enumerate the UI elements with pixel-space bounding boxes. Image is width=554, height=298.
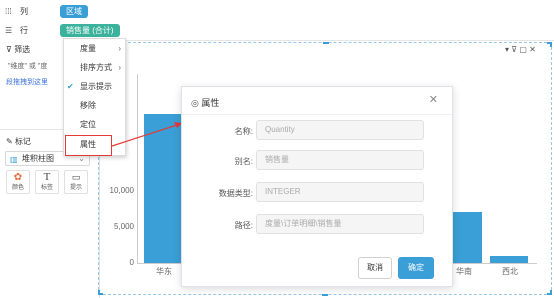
columns-shelf: ⁞⁞⁞ 列 区域 — [0, 2, 554, 21]
filter-hint-text: "维度" 或 "度 — [8, 63, 48, 70]
tooltip-mark-button[interactable]: ▭ 提示 — [64, 170, 88, 194]
color-mark-button[interactable]: ✿ 颜色 — [6, 170, 30, 194]
resize-handle-bottom[interactable] — [322, 291, 328, 296]
bar-chart-icon: ▥ — [10, 155, 18, 164]
alias-field-label: 别名: — [234, 157, 253, 166]
cancel-button[interactable]: 取消 — [358, 257, 392, 279]
label-mark-label: 标签 — [40, 185, 53, 191]
chart-toolbar: ▾ ⊽ ▢ ✕ — [505, 45, 536, 54]
text-icon: T — [43, 171, 51, 183]
rows-icon: ☰ — [5, 25, 13, 35]
chevron-right-icon: › — [118, 63, 121, 72]
tooltip-mark-label: 提示 — [69, 185, 82, 191]
menu-item-show-tooltip-label: 显示提示 — [80, 82, 112, 91]
y-tick-label: 5,000 — [113, 222, 134, 231]
menu-item-measure-label: 度量 — [80, 44, 96, 53]
tooltip-icon: ▭ — [71, 172, 81, 182]
path-field-label: 路径: — [234, 221, 253, 230]
restore-icon[interactable]: ▢ — [519, 45, 527, 54]
properties-highlight-box — [65, 135, 112, 156]
dialog-header: ◎ 属性 — [191, 96, 219, 109]
dialog-close-icon[interactable]: ✕ — [429, 93, 438, 106]
chart-bar[interactable] — [490, 256, 528, 263]
marks-section-header: ✎ 标记 — [6, 136, 31, 147]
field-row-path: 路径: 度量\订单明细\销售量 — [182, 214, 454, 236]
rows-shelf-label: 行 — [20, 26, 28, 35]
name-field[interactable]: Quantity — [256, 120, 424, 140]
arrow-line — [111, 123, 181, 147]
dialog-header-divider — [182, 114, 452, 115]
columns-icon: ⁞⁞⁞ — [5, 6, 12, 16]
marks-label: 标记 — [14, 137, 31, 146]
menu-item-show-tooltip[interactable]: ✔ 显示提示 — [64, 77, 125, 96]
resize-handle-top[interactable] — [323, 42, 329, 47]
menu-item-sort-label: 排序方式 — [80, 63, 112, 72]
properties-dialog: ◎ 属性 ✕ 名称: Quantity 别名: 销售量 数据类型: INTEGE… — [181, 86, 453, 287]
data-type-field[interactable]: INTEGER — [256, 182, 424, 202]
x-category-label: 西北 — [502, 267, 518, 276]
color-mark-label: 颜色 — [11, 185, 24, 191]
label-mark-button[interactable]: T 标签 — [35, 170, 59, 194]
data-type-field-label: 数据类型: — [218, 189, 253, 198]
field-row-name: 名称: Quantity — [182, 120, 454, 142]
resize-handle-bottom-right[interactable] — [547, 290, 552, 295]
menu-item-measure[interactable]: 度量 › — [64, 39, 125, 58]
columns-shelf-label: 列 — [20, 7, 28, 16]
palette-icon: ✿ — [13, 172, 23, 183]
field-row-data-type: 数据类型: INTEGER — [182, 182, 454, 204]
y-tick-label: 10,000 — [109, 186, 134, 195]
name-field-label: 名称: — [234, 127, 253, 136]
checkmark-icon: ✔ — [67, 82, 74, 91]
pin-icon: ✎ — [6, 137, 13, 146]
chevron-right-icon: › — [118, 44, 121, 53]
properties-icon: ◎ — [191, 98, 199, 108]
menu-item-remove-label: 移除 — [80, 101, 96, 110]
field-row-alias: 别名: 销售量 — [182, 150, 454, 172]
filter-icon: ⊽ — [6, 45, 12, 54]
filter-section-header: ⊽ 筛选 — [6, 44, 30, 55]
close-icon[interactable]: ✕ — [529, 45, 536, 54]
resize-handle-bottom-left[interactable] — [98, 290, 103, 295]
x-category-label: 华东 — [156, 267, 172, 276]
dropdown-icon[interactable]: ▾ — [505, 45, 509, 54]
x-category-label: 华南 — [456, 267, 472, 276]
filter-label: 筛选 — [14, 45, 31, 54]
region-field-pill[interactable]: 区域 — [60, 5, 88, 18]
chart-type-label: 堆积柱图 — [22, 154, 54, 163]
filter-icon[interactable]: ⊽ — [511, 45, 517, 54]
y-axis-line — [137, 74, 138, 264]
sales-quantity-field-pill[interactable]: 销售量 (合计) — [60, 24, 120, 37]
menu-item-locate-label: 定位 — [80, 120, 96, 129]
path-field[interactable]: 度量\订单明细\销售量 — [256, 214, 424, 234]
resize-handle-top-right[interactable] — [547, 42, 552, 47]
y-tick-label: 0 — [129, 258, 134, 267]
dialog-title: 属性 — [201, 98, 220, 108]
menu-item-remove[interactable]: 移除 — [64, 96, 125, 115]
ok-button[interactable]: 确定 — [398, 257, 434, 279]
menu-item-sort-by[interactable]: 排序方式 › — [64, 58, 125, 77]
drag-hint-text: 段拖拽到这里 — [6, 79, 48, 86]
alias-field[interactable]: 销售量 — [256, 150, 424, 170]
annotation-arrow — [111, 122, 182, 147]
